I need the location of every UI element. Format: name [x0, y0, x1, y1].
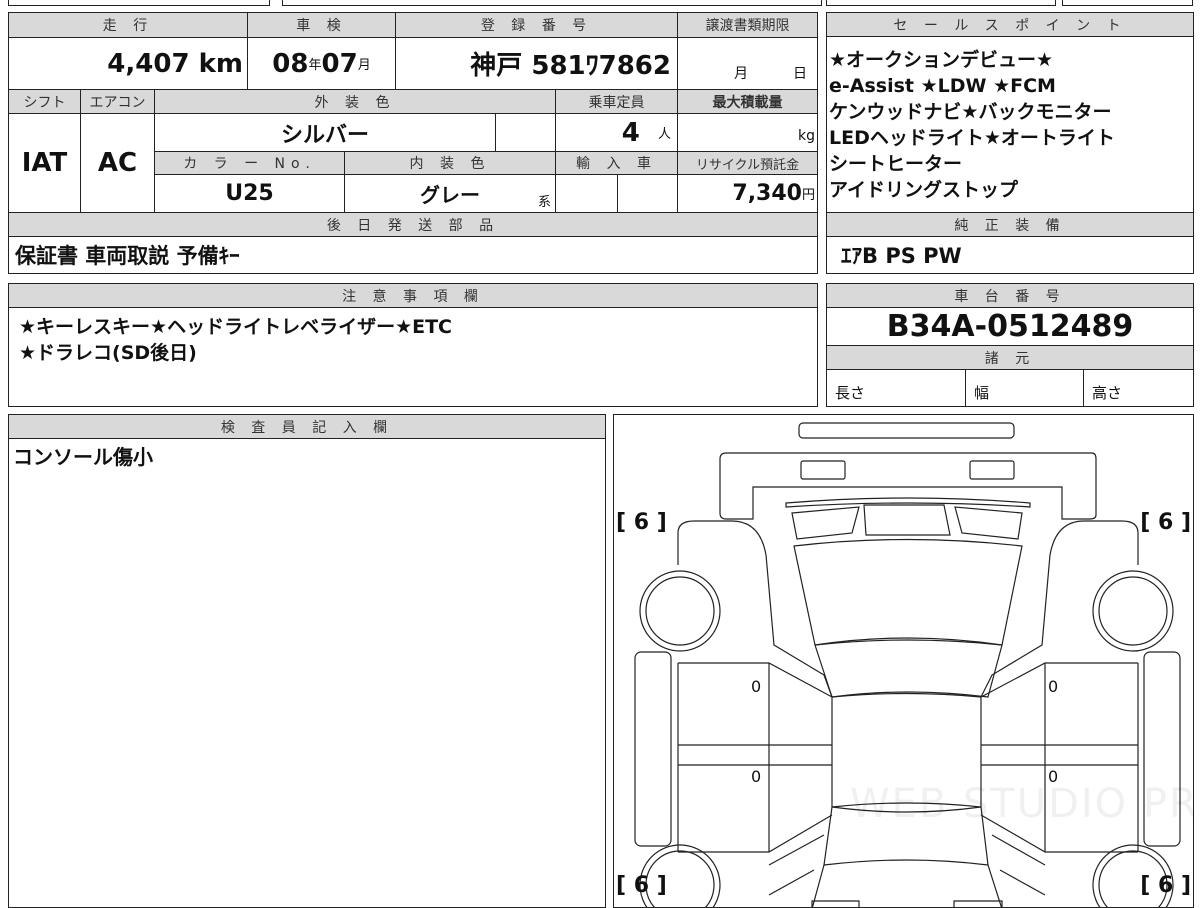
inspection-value: 08 年 07 月 [247, 37, 396, 90]
tire-tread-front-left: [ 6 ] [616, 510, 667, 535]
ac-label: エアコン [80, 89, 155, 114]
transfer-day-unit: 日 [793, 66, 807, 82]
capacity-number: 4 [621, 117, 640, 148]
mileage-value: 4,407 km [8, 37, 248, 90]
top-strip-box [826, 0, 1056, 6]
max-load-label: 最大積載量 [677, 89, 818, 114]
notes-content: ★キーレスキー★ヘッドライトレベライザー★ETC ★ドラレコ(SD後日) [8, 307, 818, 407]
transfer-month-unit: 月 [734, 66, 748, 82]
transfer-deadline-value: 月日 [677, 37, 818, 90]
registration-label: 登 録 番 号 [395, 12, 678, 38]
tread-value: 6 [633, 510, 650, 535]
width-cell: 幅 [965, 369, 1084, 407]
import-label: 輸 入 車 [555, 151, 678, 175]
import-cell [555, 174, 618, 213]
mileage-label: 走 行 [8, 12, 248, 38]
shift-label: シフト [8, 89, 81, 114]
sales-points-list: ★オークションデビュー★ e-Assist ★LDW ★FCM ケンウッドナビ★… [826, 36, 1194, 213]
inspection-year: 08 [272, 48, 309, 79]
car-outline-icon [634, 422, 1181, 907]
sales-point-item: ★オークションデビュー★ [829, 49, 1054, 71]
sales-point-item: ケンウッドナビ★バックモニター [829, 101, 1112, 123]
later-parts-value: 保証書 車両取説 予備ｷｰ [8, 236, 818, 274]
door-mark: 0 [751, 677, 762, 696]
exterior-color-value: シルバー [154, 113, 496, 152]
color-no-value: U25 [154, 174, 345, 213]
top-strip-box [1062, 0, 1193, 6]
height-cell: 高さ [1083, 369, 1194, 407]
top-strip-box [8, 0, 270, 6]
interior-suffix: 系 [537, 195, 551, 210]
equipment-value: ｴｱB PS PW [826, 236, 1194, 274]
note-line: ★キーレスキー★ヘッドライトレベライザー★ETC [19, 316, 452, 338]
tread-value: 6 [633, 873, 650, 898]
inspection-month: 07 [321, 48, 358, 79]
recycle-fee-label: リサイクル預託金 [677, 151, 818, 175]
length-cell: 長さ [826, 369, 966, 407]
exterior-extra-cell [495, 113, 556, 152]
recycle-amount: 7,340 [732, 181, 802, 206]
mileage-number: 4,407 [107, 48, 190, 79]
inspector-comment: コンソール傷小 [8, 438, 606, 908]
sales-point-item: LEDヘッドライト★オートライト [829, 127, 1115, 149]
sales-point-item: アイドリングストップ [829, 179, 1019, 201]
tire-tread-rear-right: [ 6 ] [1140, 873, 1191, 898]
capacity-value: 4 人 [555, 113, 678, 152]
recycle-fee-value: 7,340 円 [677, 174, 818, 213]
tread-value: 6 [1157, 510, 1174, 535]
capacity-label: 乗車定員 [555, 89, 678, 114]
registration-value: 神戸 581ﾜ7862 [395, 37, 678, 90]
inspector-label: 検 査 員 記 入 欄 [8, 414, 606, 439]
shift-value: IAT [8, 113, 81, 213]
watermark: WEB STUDIO PRO [850, 781, 1193, 827]
ac-value: AC [80, 113, 155, 213]
import-cell [617, 174, 678, 213]
month-unit: 月 [357, 58, 371, 73]
door-mark: 0 [1048, 677, 1059, 696]
door-mark: 0 [751, 767, 762, 786]
chassis-label: 車 台 番 号 [826, 283, 1194, 308]
color-no-label: カ ラ ー No. [154, 151, 345, 175]
interior-color-label: 内 装 色 [344, 151, 556, 175]
interior-color-value: グレー系 [344, 174, 556, 213]
capacity-unit: 人 [657, 127, 671, 142]
car-damage-diagram: [ 6 ] [ 6 ] [ 6 ] [ 6 ] 0 0 0 0 WEB STUD… [613, 414, 1194, 908]
sales-point-item: シートヒーター [829, 153, 963, 175]
sales-point-item: e-Assist ★LDW ★FCM [829, 75, 1056, 97]
year-unit: 年 [308, 58, 322, 73]
tread-value: 6 [1157, 873, 1174, 898]
inspection-label: 車 検 [247, 12, 396, 38]
mileage-unit: km [198, 48, 243, 79]
equipment-label: 純 正 装 備 [826, 212, 1194, 237]
top-strip-box [282, 0, 822, 6]
tire-tread-front-right: [ 6 ] [1140, 510, 1191, 535]
transfer-deadline-label: 譲渡書類期限 [677, 12, 818, 38]
max-load-value: kg [677, 113, 818, 152]
spec-label: 諸 元 [826, 345, 1194, 370]
later-parts-label: 後 日 発 送 部 品 [8, 212, 818, 237]
notes-label: 注 意 事 項 欄 [8, 283, 818, 308]
sales-points-label: セ ー ル ス ポ イ ン ト [826, 12, 1194, 37]
interior-color-text: グレー [420, 183, 480, 207]
note-line: ★ドラレコ(SD後日) [19, 342, 197, 364]
exterior-color-label: 外 装 色 [154, 89, 556, 114]
chassis-number: B34A-0512489 [826, 307, 1194, 346]
recycle-unit: 円 [801, 188, 815, 203]
tire-tread-rear-left: [ 6 ] [616, 873, 667, 898]
